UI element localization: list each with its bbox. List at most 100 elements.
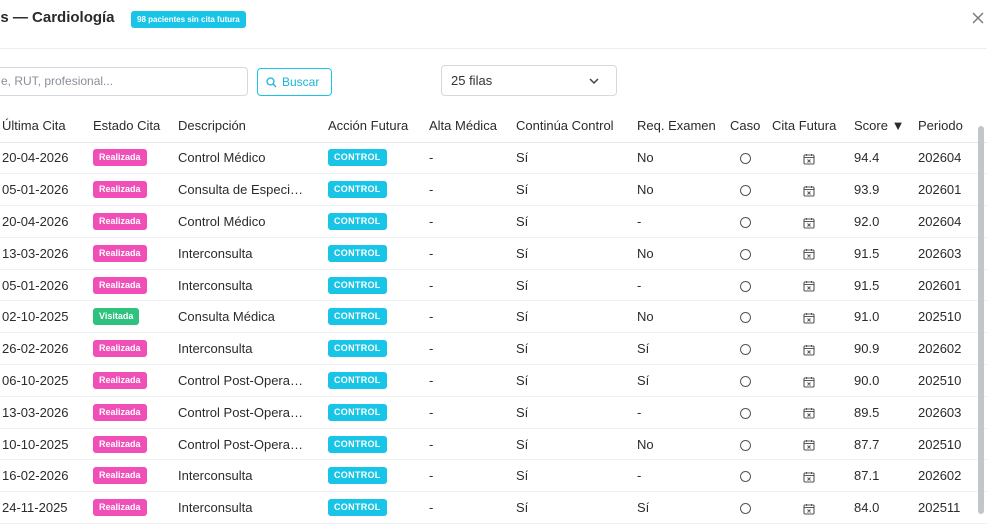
cell-descripcion: Interconsulta <box>178 459 328 493</box>
cell-score: 94.4 <box>854 142 918 175</box>
search-icon <box>266 77 277 88</box>
cell-descripcion: Interconsulta <box>178 491 328 525</box>
cell-estado: Realizada <box>93 142 178 175</box>
status-badge: Realizada <box>93 213 147 231</box>
calendar-icon[interactable] <box>803 471 815 483</box>
scrollbar-thumb[interactable] <box>978 126 984 514</box>
calendar-icon[interactable] <box>803 153 815 165</box>
cell-continua: Sí <box>516 173 637 207</box>
cell-examen: No <box>637 142 730 175</box>
cell-estado: Realizada <box>93 396 178 429</box>
col-continua-control-header[interactable]: Continúa Control <box>516 110 637 143</box>
page-size-value: 25 filas <box>451 73 493 88</box>
cell-cita-futura <box>772 332 854 366</box>
cell-estado: Realizada <box>93 428 178 461</box>
calendar-icon[interactable] <box>803 503 815 515</box>
col-estado-cita-header[interactable]: Estado Cita <box>93 110 178 143</box>
search-input[interactable]: e, RUT, profesional... <box>0 67 248 96</box>
col-accion-futura-header[interactable]: Acción Futura <box>328 110 429 143</box>
table-row[interactable]: 26-02-2026 Realizada Interconsulta CONTROL -… <box>0 332 987 366</box>
cell-examen: No <box>637 237 730 270</box>
cell-examen: - <box>637 396 730 429</box>
calendar-icon[interactable] <box>803 217 815 229</box>
col-descripcion-header[interactable]: Descripción <box>178 110 328 143</box>
cell-alta: - <box>429 300 516 334</box>
table-row[interactable]: 05-01-2026 Realizada Consulta de Especi… CO… <box>0 173 987 207</box>
case-radio[interactable] <box>740 344 751 356</box>
status-badge: Realizada <box>93 340 147 358</box>
cell-estado: Realizada <box>93 237 178 270</box>
case-radio[interactable] <box>740 217 751 229</box>
cell-cita-futura <box>772 300 854 334</box>
case-radio[interactable] <box>740 471 751 483</box>
cell-examen: - <box>637 459 730 493</box>
col-caso-header[interactable]: Caso <box>730 110 772 143</box>
case-radio[interactable] <box>740 185 751 197</box>
status-badge: Realizada <box>93 149 147 167</box>
cell-accion: CONTROL <box>328 332 429 366</box>
accion-badge: CONTROL <box>328 308 387 326</box>
status-badge: Realizada <box>93 244 147 262</box>
table-row[interactable]: 05-01-2026 Realizada Interconsulta CONTROL -… <box>0 269 987 302</box>
cell-continua: Sí <box>516 364 637 397</box>
table-row[interactable]: 13-03-2026 Realizada Control Post-Opera… CO… <box>0 396 987 429</box>
accion-badge: CONTROL <box>328 435 387 453</box>
chevron-down-icon <box>589 78 599 85</box>
cell-fecha: 10-10-2025 <box>0 428 93 461</box>
descripcion-text: Control Médico <box>178 213 266 229</box>
cell-score: 90.0 <box>854 364 918 397</box>
case-radio[interactable] <box>740 376 751 388</box>
page-size-select[interactable]: 25 filas <box>441 65 617 96</box>
close-icon[interactable] <box>969 9 987 27</box>
table-row[interactable]: 13-03-2026 Realizada Interconsulta CONTROL -… <box>0 237 987 270</box>
cell-descripcion: Consulta de Especi… <box>178 173 328 207</box>
table-row[interactable]: 20-04-2026 Realizada Control Médico CONTROL… <box>0 142 987 175</box>
cell-estado: Realizada <box>93 459 178 493</box>
calendar-icon[interactable] <box>803 439 815 451</box>
case-radio[interactable] <box>740 312 751 324</box>
cell-score: 87.1 <box>854 459 918 493</box>
case-radio[interactable] <box>740 439 751 451</box>
cell-caso <box>730 396 772 429</box>
case-radio[interactable] <box>740 280 751 292</box>
cell-alta: - <box>429 142 516 175</box>
cell-fecha: 26-02-2026 <box>0 332 93 366</box>
calendar-icon[interactable] <box>803 280 815 292</box>
status-badge: Realizada <box>93 372 147 389</box>
cell-score: 93.9 <box>854 173 918 207</box>
cell-continua: Sí <box>516 237 637 270</box>
table-row[interactable]: 24-11-2025 Realizada Interconsulta CONTROL -… <box>0 491 987 525</box>
cell-descripcion: Control Post-Opera… <box>178 364 328 397</box>
table-row[interactable]: 02-10-2025 Visitada Consulta Médica CONTROL… <box>0 300 987 334</box>
calendar-icon[interactable] <box>803 248 815 260</box>
table-row[interactable]: 16-02-2026 Realizada Interconsulta CONTROL -… <box>0 459 987 493</box>
col-score-header[interactable]: Score ▼ <box>854 110 918 143</box>
calendar-icon[interactable] <box>803 407 815 419</box>
case-radio[interactable] <box>740 407 751 419</box>
calendar-icon[interactable] <box>803 344 815 356</box>
calendar-icon[interactable] <box>803 185 815 197</box>
col-cita-futura-header[interactable]: Cita Futura <box>772 110 854 143</box>
accion-badge: CONTROL <box>328 467 387 485</box>
col-alta-medica-header[interactable]: Alta Médica <box>429 110 516 143</box>
col-ultima-cita-header[interactable]: Última Cita <box>0 110 93 143</box>
cell-caso <box>730 269 772 302</box>
table-row[interactable]: 10-10-2025 Realizada Control Post-Opera… CO… <box>0 428 987 461</box>
calendar-icon[interactable] <box>803 312 815 324</box>
calendar-icon[interactable] <box>803 376 815 388</box>
case-radio[interactable] <box>740 248 751 260</box>
table-row[interactable]: 20-04-2026 Realizada Control Médico CONTROL… <box>0 205 987 238</box>
case-radio[interactable] <box>740 153 751 165</box>
col-req-examen-header[interactable]: Req. Examen <box>637 110 730 143</box>
cell-alta: - <box>429 237 516 270</box>
case-radio[interactable] <box>740 503 751 515</box>
cell-caso <box>730 459 772 493</box>
cell-score: 91.0 <box>854 300 918 334</box>
search-button[interactable]: Buscar <box>257 68 332 96</box>
descripcion-text: Interconsulta <box>178 277 253 293</box>
cell-fecha: 20-04-2026 <box>0 142 93 175</box>
cell-caso <box>730 332 772 366</box>
cell-estado: Realizada <box>93 269 178 302</box>
cell-accion: CONTROL <box>328 142 429 175</box>
table-row[interactable]: 06-10-2025 Realizada Control Post-Opera… CO… <box>0 364 987 397</box>
